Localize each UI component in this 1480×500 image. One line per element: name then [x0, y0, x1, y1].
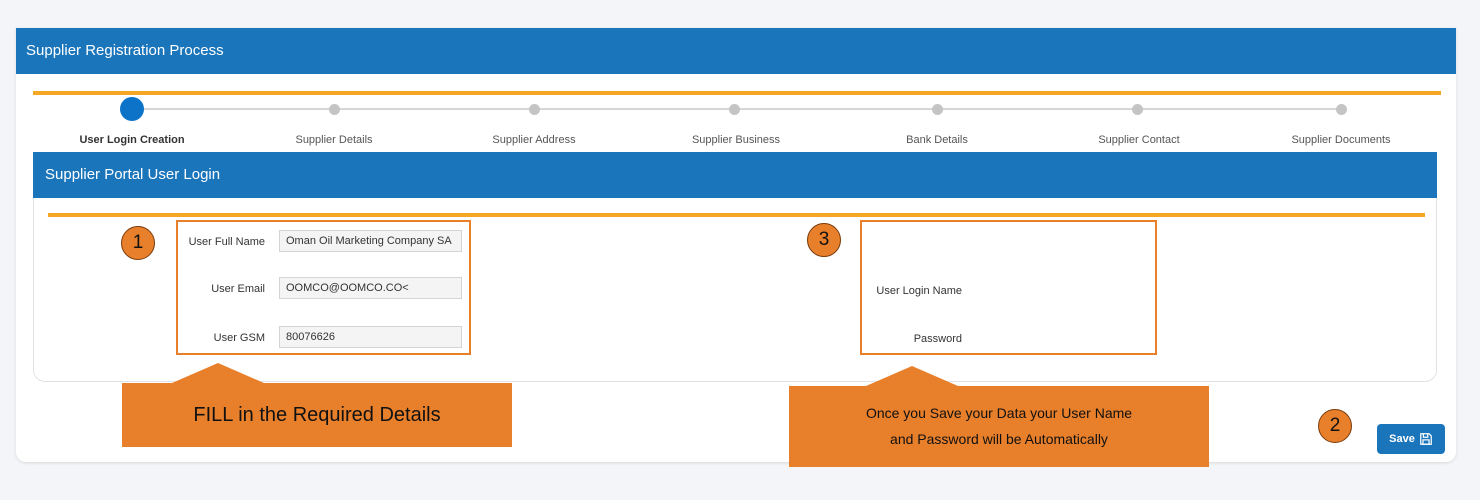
auto-credentials-line-2: and Password will be Automatically: [890, 431, 1108, 447]
step-label-supplier-business[interactable]: Supplier Business: [692, 134, 780, 146]
step-dot-supplier-contact[interactable]: [1132, 104, 1143, 115]
step-label-bank-details[interactable]: Bank Details: [906, 134, 968, 146]
gsm-input[interactable]: 80076626: [279, 326, 462, 348]
stepper-top-divider: [33, 91, 1441, 95]
step-badge-1: 1: [121, 226, 155, 260]
auto-credentials-line-1: Once you Save your Data your User Name: [865, 405, 1133, 421]
fill-details-text: FILL in the Required Details: [193, 404, 441, 426]
step-dot-supplier-business[interactable]: [729, 104, 740, 115]
full-name-label: User Full Name: [188, 236, 265, 248]
fill-callout-pointer: [172, 363, 264, 383]
save-icon: [1419, 433, 1432, 445]
step-dot-supplier-details[interactable]: [329, 104, 340, 115]
page-title: Supplier Registration Process: [16, 28, 1456, 74]
full-name-input[interactable]: Oman Oil Marketing Company SA: [279, 230, 462, 252]
auto-credentials-callout: Once you Save your Data your User Name a…: [789, 386, 1209, 467]
step-label-user-login[interactable]: User Login Creation: [79, 134, 184, 146]
login-name-label: User Login Name: [876, 285, 962, 297]
save-callout-pointer: [866, 366, 958, 386]
email-input[interactable]: OOMCO@OOMCO.CO<: [279, 277, 462, 299]
email-label: User Email: [211, 283, 265, 295]
step-dot-supplier-documents[interactable]: [1336, 104, 1347, 115]
save-button-label: Save: [1389, 433, 1415, 445]
fill-details-callout: FILL in the Required Details: [122, 383, 512, 447]
step-dot-user-login[interactable]: [120, 97, 144, 121]
section-title: Supplier Portal User Login: [33, 152, 1437, 198]
step-label-supplier-documents[interactable]: Supplier Documents: [1291, 134, 1390, 146]
password-label: Password: [913, 333, 962, 345]
step-dot-supplier-address[interactable]: [529, 104, 540, 115]
section-divider: [48, 213, 1425, 217]
step-badge-3: 3: [807, 223, 841, 257]
step-label-supplier-details[interactable]: Supplier Details: [295, 134, 372, 146]
step-dot-bank-details[interactable]: [932, 104, 943, 115]
step-label-supplier-address[interactable]: Supplier Address: [492, 134, 575, 146]
step-badge-2: 2: [1318, 409, 1352, 443]
step-label-supplier-contact[interactable]: Supplier Contact: [1098, 134, 1179, 146]
save-button[interactable]: Save: [1377, 424, 1445, 454]
gsm-label: User GSM: [213, 332, 265, 344]
